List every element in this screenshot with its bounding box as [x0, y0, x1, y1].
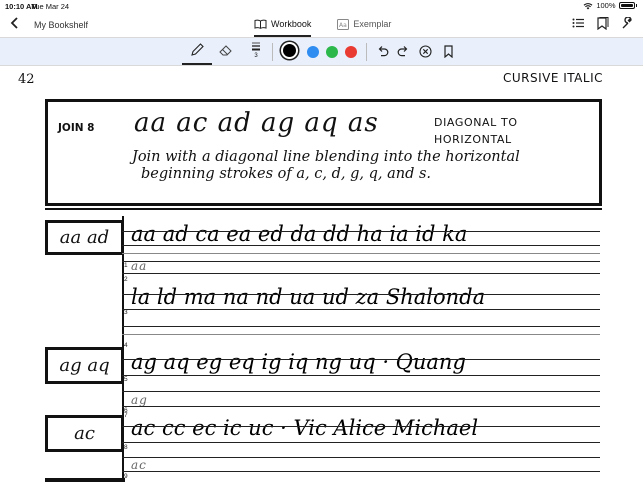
- line-number: 2: [124, 276, 128, 283]
- view-tabs: Workbook Aa Exemplar: [254, 13, 391, 37]
- toolbar-divider: [366, 43, 367, 61]
- tab-workbook-label: Workbook: [271, 19, 312, 29]
- writing-line: [122, 406, 600, 407]
- tab-exemplar-label: Exemplar: [353, 19, 392, 29]
- wrench-icon[interactable]: [621, 17, 633, 30]
- line-number: 5: [124, 376, 128, 383]
- active-tool-indicator: [182, 63, 212, 65]
- status-date: Tue Mar 24: [31, 2, 70, 11]
- writing-line: [122, 442, 600, 443]
- open-book-icon: [254, 19, 267, 29]
- writing-line: [122, 231, 600, 232]
- back-icon[interactable]: [10, 17, 19, 31]
- color-red-swatch[interactable]: [345, 46, 357, 58]
- join-description: Join with a diagonal line blending into …: [132, 149, 520, 183]
- battery-icon: [618, 2, 635, 9]
- battery-percent: 100%: [596, 1, 616, 10]
- writing-line: [122, 294, 600, 295]
- line-number: 1: [124, 262, 128, 269]
- bookmarks-icon[interactable]: [597, 17, 609, 30]
- join-desc-line2: beginning strokes of a, c, d, g, q, and …: [141, 166, 432, 182]
- undo-button[interactable]: [376, 45, 389, 63]
- writing-line: [122, 375, 600, 376]
- section-title: CURSIVE ITALIC: [502, 71, 603, 85]
- next-model-box-edge: [45, 478, 125, 482]
- line-width-value: 3: [254, 53, 258, 59]
- color-green-swatch[interactable]: [326, 46, 338, 58]
- color-blue-swatch[interactable]: [307, 46, 319, 58]
- writing-line: [122, 273, 600, 274]
- writing-line: [122, 359, 600, 360]
- line-number: 7: [124, 412, 128, 419]
- redo-button[interactable]: [397, 45, 410, 63]
- line-number: 4: [124, 342, 128, 349]
- writing-line: [122, 426, 600, 427]
- eraser-tool-button[interactable]: [218, 43, 234, 62]
- my-bookshelf-link[interactable]: My Bookshelf: [34, 20, 88, 30]
- bookmark-button[interactable]: [443, 45, 454, 63]
- list-icon[interactable]: [572, 17, 585, 29]
- line-number: 3: [124, 309, 128, 316]
- practice-line: ac cc ec ic uc · Vic Alice Michael: [131, 416, 479, 440]
- nav-actions: [572, 17, 633, 30]
- bookmark-icon: [444, 45, 453, 59]
- practice-line: aa ad ca ea ed da dd ha ia id ka: [131, 222, 468, 246]
- writing-line: [122, 326, 600, 327]
- model-box: ag aq: [45, 347, 124, 384]
- status-right: 100%: [583, 1, 637, 10]
- line-width-icon: [252, 42, 260, 51]
- join-instruction-box: JOIN 8 aa ac ad ag aq as DIAGONAL TO HOR…: [45, 99, 602, 206]
- pencil-icon: [191, 43, 204, 56]
- join-desc-line1: Join with a diagonal line blending into …: [132, 149, 520, 165]
- pen-tool-button[interactable]: [184, 42, 210, 64]
- section-rule: [45, 208, 602, 210]
- join-type: DIAGONAL TO HORIZONTAL: [434, 114, 518, 148]
- writing-line: [122, 245, 600, 246]
- eraser-icon: [219, 45, 232, 56]
- writing-line: [122, 253, 600, 254]
- page-number: 42: [18, 72, 35, 87]
- practice-line: ag aq eg eq ig iq ng uq · Quang: [131, 350, 466, 374]
- clear-circle-icon: [419, 45, 432, 58]
- redo-icon: [397, 46, 408, 57]
- join-label: JOIN 8: [58, 122, 95, 134]
- trace-model: ac: [131, 458, 147, 472]
- model-box: aa ad: [45, 220, 124, 255]
- font-sample-icon: Aa: [337, 18, 350, 30]
- practice-line: la ld ma na nd ua ud za Shalonda: [131, 285, 486, 309]
- writing-line: [122, 471, 600, 472]
- model-box: ac: [45, 415, 124, 452]
- battery-tip: [635, 4, 637, 7]
- join-type-line2: HORIZONTAL: [434, 133, 512, 146]
- tab-exemplar[interactable]: Aa Exemplar: [337, 13, 391, 35]
- toolbar-divider: [272, 43, 273, 61]
- status-bar: 10:10 AM Tue Mar 24 100%: [0, 0, 643, 13]
- undo-icon: [378, 46, 389, 57]
- join-letter-pairs: aa ac ad ag aq as: [134, 108, 379, 138]
- writing-line: [122, 261, 600, 262]
- writing-line: [122, 391, 600, 392]
- color-black-swatch[interactable]: [283, 44, 296, 57]
- workbook-page[interactable]: 42 CURSIVE ITALIC JOIN 8 aa ac ad ag aq …: [0, 66, 643, 482]
- line-width-button[interactable]: 3: [251, 42, 261, 59]
- writing-line: [122, 309, 600, 310]
- clear-button[interactable]: [419, 45, 432, 63]
- writing-line: [122, 334, 600, 335]
- drawing-toolbar: 3: [0, 37, 643, 66]
- nav-bar: My Bookshelf Workbook Aa Exemplar: [0, 13, 643, 37]
- wifi-icon: [583, 2, 593, 9]
- writing-line: [122, 457, 600, 458]
- tab-workbook[interactable]: Workbook: [254, 13, 312, 37]
- line-number: 8: [124, 444, 128, 451]
- join-type-line1: DIAGONAL TO: [434, 116, 518, 129]
- svg-text:Aa: Aa: [339, 22, 347, 29]
- trace-model: ag: [131, 393, 148, 407]
